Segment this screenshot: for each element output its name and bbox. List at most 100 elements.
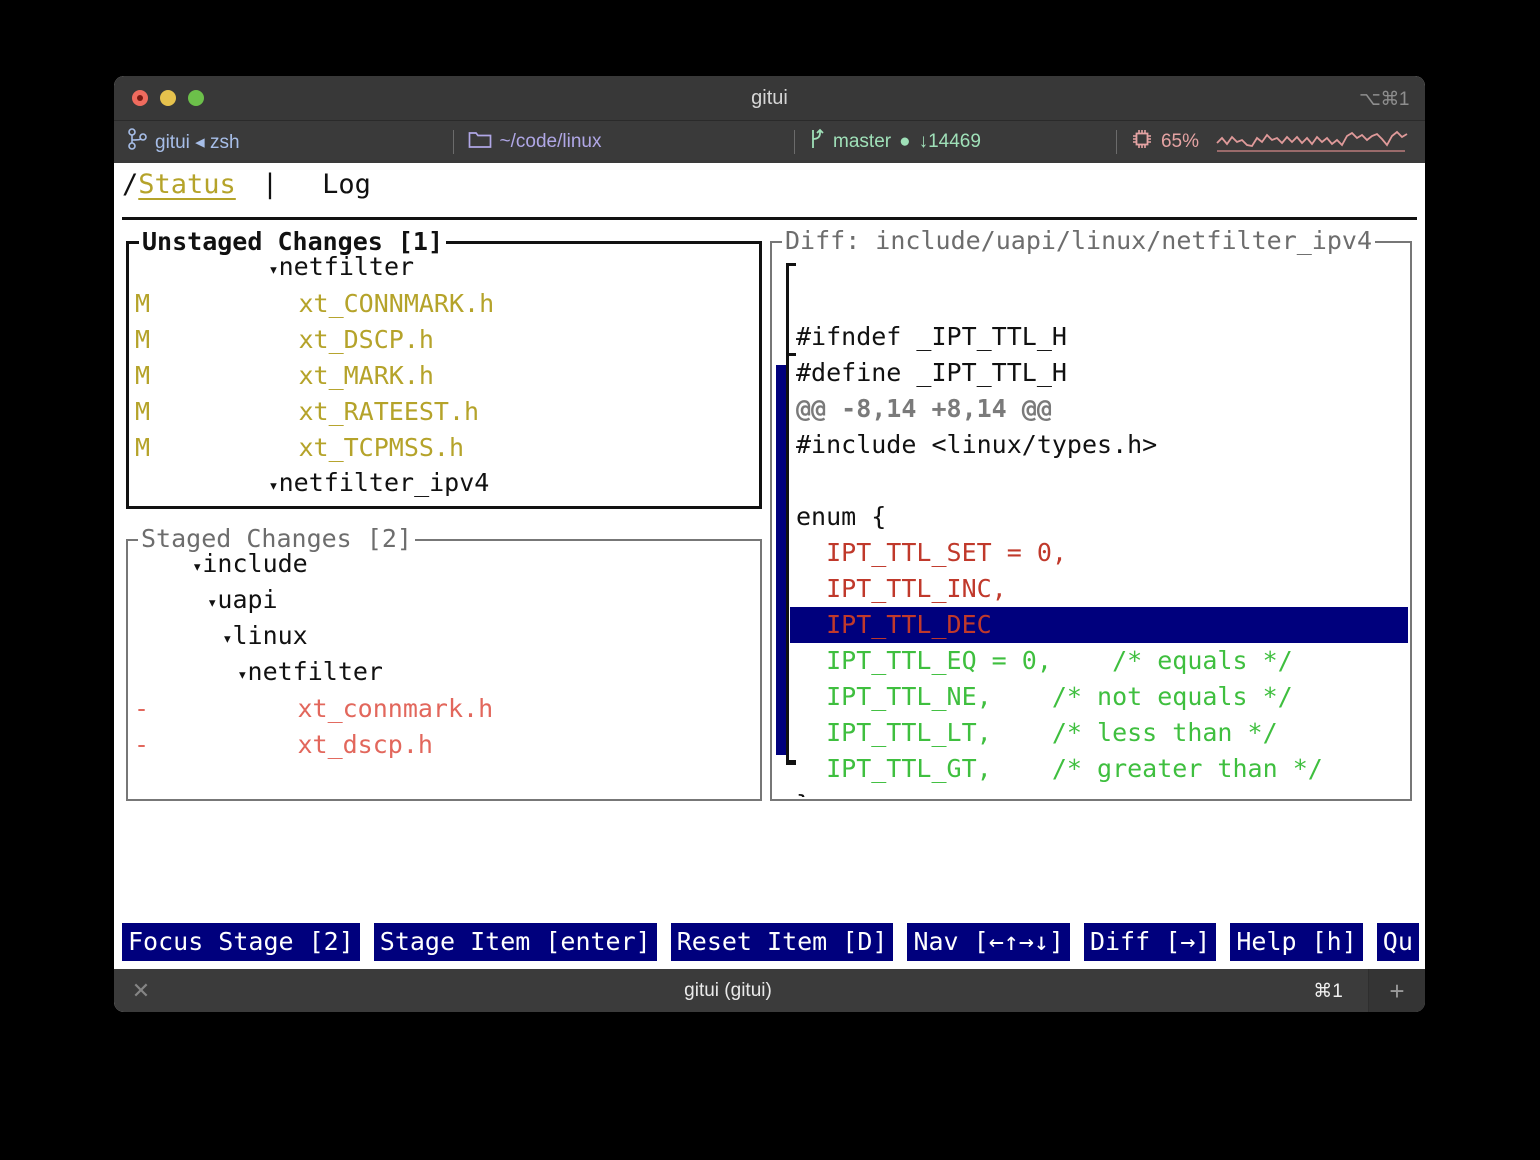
diff-line[interactable]: enum { — [790, 499, 1408, 535]
chevron-down-icon: ▾ — [192, 557, 202, 577]
diff-line[interactable]: @@ -8,14 +8,14 @@ — [790, 391, 1408, 427]
file-status-marker: M — [131, 430, 163, 466]
file-list-row[interactable]: - xt_connmark.h — [130, 691, 758, 727]
chevron-down-icon: ▾ — [268, 476, 278, 496]
file-status-marker: - — [130, 727, 162, 763]
directory-name: ▾netfilter — [162, 654, 383, 693]
pane-title: gitui (gitui) — [168, 980, 1288, 1002]
status-branch-label: master — [833, 131, 891, 153]
window-title: gitui — [114, 87, 1425, 110]
tmux-status-bar: gitui ◂ zsh ~/code/linux master ● — [114, 121, 1425, 163]
command-button[interactable]: Qu — [1377, 923, 1419, 961]
file-status-marker: - — [130, 691, 162, 727]
file-name: xt_MARK.h — [163, 358, 434, 394]
new-tab-button[interactable]: + — [1368, 969, 1425, 1012]
tmux-window-bar: ✕ gitui (gitui) ⌘1 + — [114, 969, 1425, 1012]
pane-shortcut-label: ⌘1 — [1288, 980, 1368, 1003]
diff-line[interactable]: IPT_TTL_DEC — [790, 607, 1408, 643]
diff-line[interactable]: IPT_TTL_EQ = 0, /* equals */ — [790, 643, 1408, 679]
command-button[interactable]: Help [h] — [1230, 923, 1362, 961]
terminal-window: gitui ⌥⌘1 gitui ◂ zsh ~/code/lin — [114, 76, 1425, 1012]
command-button[interactable]: Diff [→] — [1084, 923, 1216, 961]
window-titlebar: gitui ⌥⌘1 — [114, 76, 1425, 121]
window-shortcut-label: ⌥⌘1 — [1359, 88, 1409, 111]
tab-bar: /Status | Log — [122, 167, 371, 203]
git-branch-icon — [128, 128, 147, 156]
chevron-down-icon: ▾ — [207, 593, 217, 613]
file-list-row[interactable]: M xt_MARK.h — [131, 358, 757, 394]
file-list-row[interactable]: ▾linux — [130, 619, 758, 655]
diff-line[interactable] — [790, 247, 1408, 283]
command-button[interactable]: Reset Item [D] — [671, 923, 894, 961]
unstaged-changes-panel[interactable]: Unstaged Changes [1] ▾netfilterM xt_CONN… — [126, 241, 762, 509]
diff-line[interactable]: #ifndef _IPT_TTL_H — [790, 319, 1408, 355]
command-bar: Focus Stage [2] Stage Item [enter] Reset I… — [122, 923, 1422, 961]
tab-status[interactable]: Status — [138, 167, 236, 203]
tab-prefix: / — [122, 167, 138, 203]
directory-name: ▾linux — [162, 618, 308, 657]
tab-divider: | — [262, 167, 278, 203]
diff-line[interactable]: IPT_TTL_SET = 0, — [790, 535, 1408, 571]
diff-line[interactable] — [790, 283, 1408, 319]
file-name: xt_RATEEST.h — [163, 394, 479, 430]
status-branch-dot: ● — [899, 131, 910, 153]
file-list-row[interactable]: ▾uapi — [130, 583, 758, 619]
file-name: xt_dscp.h — [162, 727, 433, 763]
staged-changes-panel[interactable]: Staged Changes [2] ▾include ▾uapi ▾linux… — [126, 539, 762, 801]
staged-file-list[interactable]: ▾include ▾uapi ▾linux ▾netfilter- xt_con… — [130, 547, 758, 795]
file-name: xt_connmark.h — [162, 691, 493, 727]
tab-log[interactable]: Log — [322, 167, 371, 203]
command-button[interactable]: Focus Stage [2] — [122, 923, 360, 961]
diff-line[interactable]: #include <linux/types.h> — [790, 427, 1408, 463]
diff-line[interactable] — [790, 463, 1408, 499]
status-cpu-segment[interactable]: 65% — [1117, 124, 1425, 160]
directory-name: ▾netfilter_ipv4 — [163, 465, 489, 503]
file-list-row[interactable]: M xt_CONNMARK.h — [131, 286, 757, 322]
file-list-row[interactable]: M xt_TCPMSS.h — [131, 430, 757, 466]
chevron-down-icon: ▾ — [268, 260, 278, 280]
command-button[interactable]: Stage Item [enter] — [374, 923, 657, 961]
tab-bar-rule — [122, 217, 1417, 220]
file-list-row[interactable]: ▾netfilter — [130, 655, 758, 691]
diff-line[interactable]: IPT_TTL_LT, /* less than */ — [790, 715, 1408, 751]
chevron-down-icon: ▾ — [237, 665, 247, 685]
gitui-app: /Status | Log Unstaged Changes [1] ▾netf… — [114, 163, 1425, 969]
diff-line[interactable]: }; — [790, 787, 1408, 797]
directory-name: ▾netfilter — [163, 250, 414, 288]
status-cpu-label: 65% — [1161, 131, 1199, 153]
status-session-segment[interactable]: gitui ◂ zsh — [114, 128, 453, 156]
git-branch-icon-2 — [809, 128, 825, 156]
unstaged-file-list[interactable]: ▾netfilterM xt_CONNMARK.hM xt_DSCP.hM xt… — [131, 250, 757, 502]
cpu-chip-icon — [1131, 128, 1153, 156]
file-status-marker: M — [131, 322, 163, 358]
file-name: xt_CONNMARK.h — [163, 286, 494, 322]
status-branch-segment[interactable]: master ● ↓14469 — [795, 128, 1116, 156]
file-list-row[interactable]: M xt_RATEEST.h — [131, 394, 757, 430]
file-name: xt_DSCP.h — [163, 322, 434, 358]
file-list-row[interactable]: ▾netfilter_ipv4 — [131, 466, 757, 502]
diff-line[interactable]: IPT_TTL_GT, /* greater than */ — [790, 751, 1408, 787]
diff-line[interactable]: IPT_TTL_NE, /* not equals */ — [790, 679, 1408, 715]
status-ahead-behind: ↓14469 — [919, 131, 981, 153]
directory-name: ▾include — [162, 547, 308, 585]
status-path-label: ~/code/linux — [500, 131, 602, 153]
file-list-row[interactable]: ▾include — [130, 547, 758, 583]
file-list-row[interactable]: - xt_dscp.h — [130, 727, 758, 763]
folder-icon — [468, 130, 492, 155]
diff-line-list[interactable]: #ifndef _IPT_TTL_H#define _IPT_TTL_H@@ -… — [790, 247, 1408, 797]
diff-panel[interactable]: Diff: include/uapi/linux/netfilter_ipv4 … — [770, 241, 1412, 801]
status-session-label: gitui ◂ zsh — [155, 131, 240, 154]
diff-line[interactable]: IPT_TTL_INC, — [790, 571, 1408, 607]
diff-line[interactable]: #define _IPT_TTL_H — [790, 355, 1408, 391]
file-status-marker: M — [131, 358, 163, 394]
file-list-row[interactable]: M xt_DSCP.h — [131, 322, 757, 358]
file-name: xt_TCPMSS.h — [163, 430, 464, 466]
directory-name: ▾uapi — [162, 582, 278, 621]
file-status-marker: M — [131, 286, 163, 322]
cpu-sparkline-graph — [1215, 124, 1411, 160]
status-path-segment[interactable]: ~/code/linux — [454, 130, 794, 155]
command-button[interactable]: Nav [←↑→↓] — [907, 923, 1070, 961]
close-pane-button[interactable]: ✕ — [114, 978, 168, 1004]
file-list-row[interactable]: ▾netfilter — [131, 250, 757, 286]
chevron-down-icon: ▾ — [222, 629, 232, 649]
